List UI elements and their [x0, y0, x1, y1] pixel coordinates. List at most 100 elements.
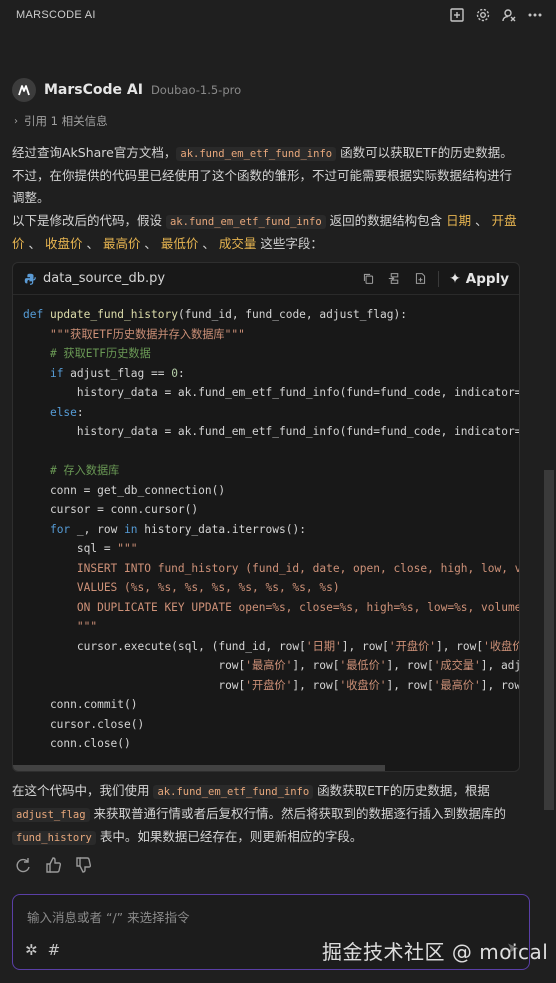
python-file-icon: [24, 273, 36, 285]
text-span: 在这个代码中，我们使用: [12, 783, 154, 798]
code-token: '开盘价': [245, 678, 293, 692]
code-content[interactable]: def update_fund_history(fund_id, fund_co…: [23, 305, 520, 754]
topbar-actions: [448, 6, 544, 24]
code-line: else:: [23, 406, 84, 419]
code-line: if adjust_flag == 0:: [23, 367, 185, 380]
code-line: VALUES (%s, %s, %s, %s, %s, %s, %s, %s): [23, 581, 340, 594]
code-token: cursor = conn.cursor(): [23, 503, 199, 516]
marscode-logo-icon: [12, 78, 36, 102]
regenerate-icon[interactable]: [14, 856, 32, 878]
response-paragraph-3: 在这个代码中，我们使用 ak.fund_em_etf_fund_info 函数获…: [12, 780, 522, 849]
response-paragraph-1: 经过查询AkShare官方文档， ak.fund_em_etf_fund_info…: [12, 142, 522, 209]
separator: 、: [24, 236, 45, 251]
inline-code: fund_history: [12, 831, 96, 845]
text-span: 以下是修改后的代码，假设: [12, 213, 166, 228]
code-token: row[: [23, 659, 246, 672]
text-span: 返回的数据结构包含: [325, 213, 447, 228]
thumbs-up-icon[interactable]: [44, 856, 62, 878]
code-token: (fund_id, fund_code, adjust_flag):: [177, 308, 407, 321]
code-token: ], row[: [386, 678, 434, 692]
code-filename[interactable]: data_source_db.py: [23, 271, 165, 286]
code-token: update_fund_history: [49, 308, 178, 321]
response-paragraph-2: 以下是修改后的代码，假设 ak.fund_em_etf_fund_info 返回…: [12, 210, 522, 255]
code-token: ON DUPLICATE KEY UPDATE open=%s, close=%…: [23, 600, 520, 614]
separator: 、: [140, 236, 161, 251]
insert-at-cursor-icon[interactable]: [386, 271, 402, 287]
code-line: INSERT INTO fund_history (fund_id, date,…: [23, 561, 520, 575]
inline-code: ak.fund_em_etf_fund_info: [165, 215, 326, 229]
code-actions: ✦ Apply: [360, 270, 509, 287]
reference-toggle[interactable]: › 引用 1 相关信息: [14, 113, 108, 129]
code-token: conn.close(): [23, 737, 131, 750]
text-span: 来获取普通行情或者后复权行情。然后将获取到的数据逐行插入到数据库的: [89, 806, 507, 821]
code-token: history_data.iterrows():: [137, 522, 306, 536]
thumbs-down-icon[interactable]: [74, 856, 92, 878]
field-name: 成交量: [218, 236, 257, 251]
code-token: ], row[: [292, 659, 340, 672]
code-line: def update_fund_history(fund_id, fund_co…: [23, 308, 407, 321]
chat-input-placeholder[interactable]: 输入消息或者 “/” 来选择指令: [27, 907, 190, 926]
code-token: 0: [171, 366, 178, 380]
horizontal-scrollbar[interactable]: [13, 765, 385, 771]
code-line: row['最高价'], row['最低价'], row['成交量'], adj: [23, 659, 519, 672]
code-token: if: [49, 366, 64, 380]
code-token: """: [23, 620, 98, 633]
apply-button[interactable]: ✦ Apply: [449, 271, 509, 287]
inline-code: ak.fund_em_etf_fund_info: [176, 147, 337, 161]
code-token: '开盘价': [388, 639, 436, 653]
code-token: ], row[: [341, 639, 389, 653]
code-token: history_data = ak.fund_em_etf_fund_info(…: [23, 425, 520, 438]
code-token: :: [76, 405, 84, 419]
code-token: ], row: [480, 678, 520, 692]
model-name: Doubao-1.5-pro: [150, 83, 242, 97]
hash-icon[interactable]: #: [48, 941, 61, 959]
copy-icon[interactable]: [360, 271, 376, 287]
code-block: data_source_db.py ✦ Apply def update_fun…: [12, 262, 520, 772]
code-token: INSERT INTO fund_history (fund_id, date,…: [23, 561, 520, 575]
new-file-icon[interactable]: [412, 271, 428, 287]
code-token: '收盘价': [339, 678, 387, 692]
text-span: 这些字段：: [256, 236, 323, 251]
sparkle-icon: ✦: [449, 270, 461, 287]
inline-code: adjust_flag: [12, 808, 90, 822]
scrollbar-thumb[interactable]: [544, 470, 554, 810]
text-span: 函数获取ETF的历史数据，根据: [313, 783, 490, 798]
field-name: 日期: [446, 213, 472, 228]
code-token: _, row: [70, 522, 125, 536]
feedback-actions: [14, 856, 92, 878]
feedback-icon[interactable]: [500, 6, 518, 24]
more-icon[interactable]: [526, 6, 544, 24]
code-line: cursor.close(): [23, 718, 144, 731]
code-token: '日期': [305, 639, 342, 653]
code-line: conn.commit(): [23, 698, 138, 711]
code-line: # 存入数据库: [23, 464, 119, 477]
new-chat-icon[interactable]: [448, 6, 466, 24]
settings-icon[interactable]: [474, 6, 492, 24]
text-span: 经过查询AkShare官方文档，: [12, 145, 177, 160]
separator: 、: [471, 213, 492, 228]
reference-label: 引用 1 相关信息: [24, 114, 108, 128]
code-token: cursor.execute(sql, (fund_id, row[: [23, 639, 306, 653]
code-line: """获取ETF历史数据并存入数据库""": [23, 328, 245, 341]
code-line: for _, row in history_data.iterrows():: [23, 523, 306, 536]
input-tools: ✲ #: [25, 941, 60, 959]
code-token: sql =: [23, 542, 118, 555]
code-line: conn.close(): [23, 737, 131, 750]
filename-label: data_source_db.py: [43, 271, 166, 286]
code-token: ], row[: [386, 659, 434, 672]
divider: [438, 270, 440, 287]
code-token: :: [177, 366, 185, 380]
code-token: cursor.close(): [23, 717, 145, 731]
separator: 、: [198, 236, 219, 251]
apply-label: Apply: [465, 270, 509, 287]
sparkle-tool-icon[interactable]: ✲: [25, 941, 38, 959]
inline-code: ak.fund_em_etf_fund_info: [153, 785, 314, 799]
top-bar: MARSCODE AI: [0, 0, 556, 30]
code-line: row['开盘价'], row['收盘价'], row['最高价'], row: [23, 678, 520, 692]
code-token: ], row[: [435, 639, 484, 653]
code-token: '最高价': [245, 659, 293, 672]
